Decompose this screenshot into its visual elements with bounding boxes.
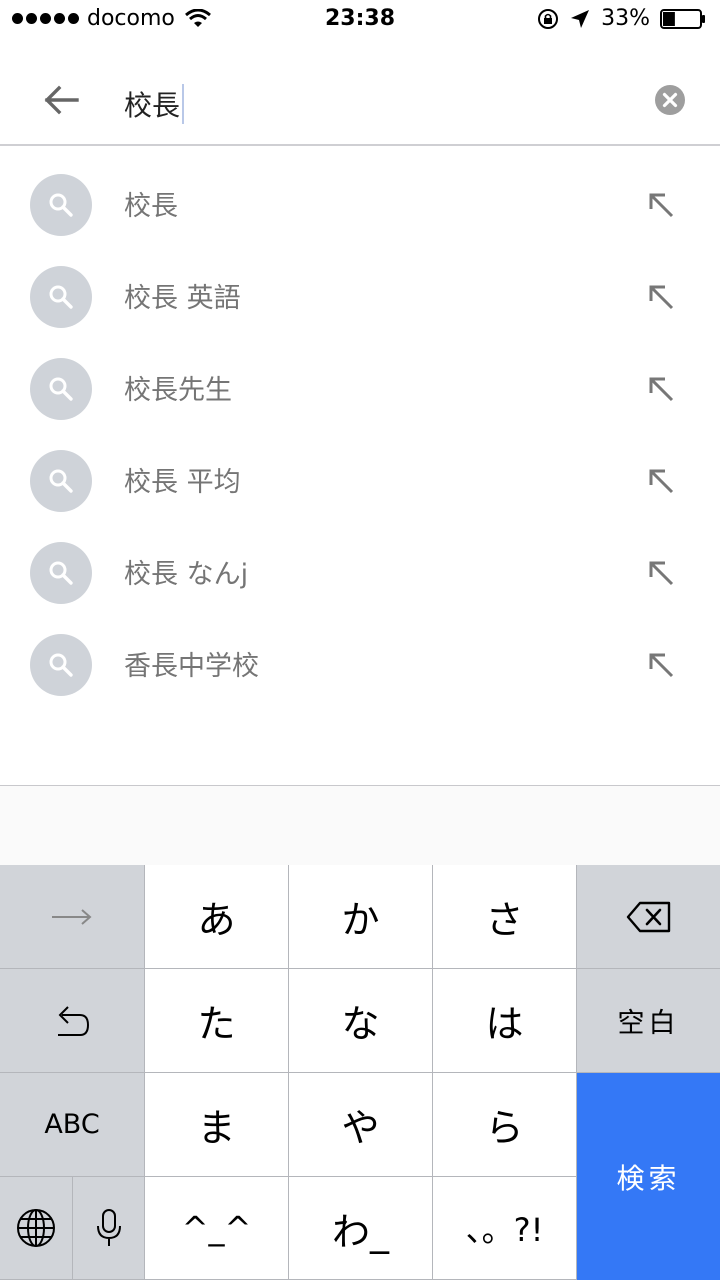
suggestion-item[interactable]: 校長 平均 (0, 426, 720, 518)
suggestion-item[interactable]: 校長先生 (0, 334, 720, 426)
right-arrow-icon (52, 908, 92, 925)
kana-key-sa[interactable]: さ (433, 865, 577, 969)
abc-key[interactable]: ABC (0, 1073, 145, 1177)
battery-icon (660, 8, 705, 29)
suggestion-search-icon-circle (30, 174, 92, 236)
search-icon (49, 561, 73, 585)
backspace-icon (626, 901, 670, 932)
keyboard-candidate-bar (0, 785, 720, 865)
fill-query-arrow-icon[interactable] (648, 468, 674, 494)
search-icon (49, 653, 73, 677)
suggestion-text: 校長 英語 (124, 283, 241, 314)
suggestion-search-icon-circle (30, 450, 92, 512)
dictation-key[interactable] (73, 1177, 145, 1280)
punctuation-key[interactable]: 、。?! (433, 1177, 577, 1280)
kana-key-ha[interactable]: は (433, 969, 577, 1073)
status-bar: docomo 23:38 33% (0, 0, 720, 40)
back-button[interactable] (40, 82, 82, 118)
location-arrow-icon (571, 9, 590, 28)
undo-icon (58, 1005, 90, 1036)
delete-key[interactable] (577, 865, 720, 969)
suggestion-item[interactable]: 香長中学校 (0, 610, 720, 702)
suggestion-text: 校長 平均 (124, 467, 241, 498)
globe-key[interactable] (0, 1177, 73, 1280)
fill-query-arrow-icon[interactable] (648, 376, 674, 402)
rotation-lock-icon (538, 8, 559, 29)
suggestion-item[interactable]: 校長 (0, 150, 720, 242)
space-key[interactable]: 空白 (577, 969, 720, 1073)
kana-key-ra[interactable]: ら (433, 1073, 577, 1177)
kana-key-ka[interactable]: か (289, 865, 433, 969)
battery-percent: 33% (601, 6, 650, 31)
search-query-text: 校長 (124, 89, 181, 122)
back-arrow-icon (44, 85, 79, 115)
kana-key-ma[interactable]: ま (145, 1073, 289, 1177)
fill-query-arrow-icon[interactable] (648, 652, 674, 678)
fill-query-arrow-icon[interactable] (648, 284, 674, 310)
suggestion-text: 校長 なんj (124, 559, 249, 590)
kana-key-ya[interactable]: や (289, 1073, 433, 1177)
search-input[interactable]: 校長 (124, 82, 185, 126)
fill-query-arrow-icon[interactable] (648, 560, 674, 586)
search-key[interactable]: 検索 (577, 1073, 720, 1280)
emoticon-key[interactable]: ^_^ (145, 1177, 289, 1280)
suggestion-text: 香長中学校 (124, 651, 259, 682)
suggestion-search-icon-circle (30, 358, 92, 420)
search-icon (49, 469, 73, 493)
suggestion-search-icon-circle (30, 634, 92, 696)
search-icon (49, 377, 73, 401)
text-caret (182, 84, 185, 124)
fill-query-arrow-icon[interactable] (648, 192, 674, 218)
next-key[interactable] (0, 865, 145, 969)
suggestion-search-icon-circle (30, 266, 92, 328)
undo-key[interactable] (0, 969, 145, 1073)
kana-key-wa[interactable]: わ_ (289, 1177, 433, 1280)
suggestion-item[interactable]: 校長 英語 (0, 242, 720, 334)
kana-key-na[interactable]: な (289, 969, 433, 1073)
status-right: 33% (537, 6, 706, 31)
search-header: 校長 (0, 56, 720, 146)
kana-key-a[interactable]: あ (145, 865, 289, 969)
search-icon (49, 285, 73, 309)
search-icon (49, 193, 73, 217)
kana-key-ta[interactable]: た (145, 969, 289, 1073)
suggestion-item[interactable]: 校長 なんj (0, 518, 720, 610)
keyboard: あ か さ た な は 空白 ABC ま や ら 検索 ^_^ わ_ 、。?! (0, 865, 720, 1280)
microphone-icon (96, 1209, 121, 1246)
suggestion-text: 校長先生 (124, 375, 232, 406)
globe-icon (17, 1209, 55, 1247)
clear-search-icon[interactable] (654, 84, 686, 116)
suggestion-text: 校長 (124, 191, 178, 222)
suggestion-list: 校長 校長 英語 校長先生 校長 平均 校長 なんj 香長中学校 (0, 150, 720, 702)
suggestion-search-icon-circle (30, 542, 92, 604)
